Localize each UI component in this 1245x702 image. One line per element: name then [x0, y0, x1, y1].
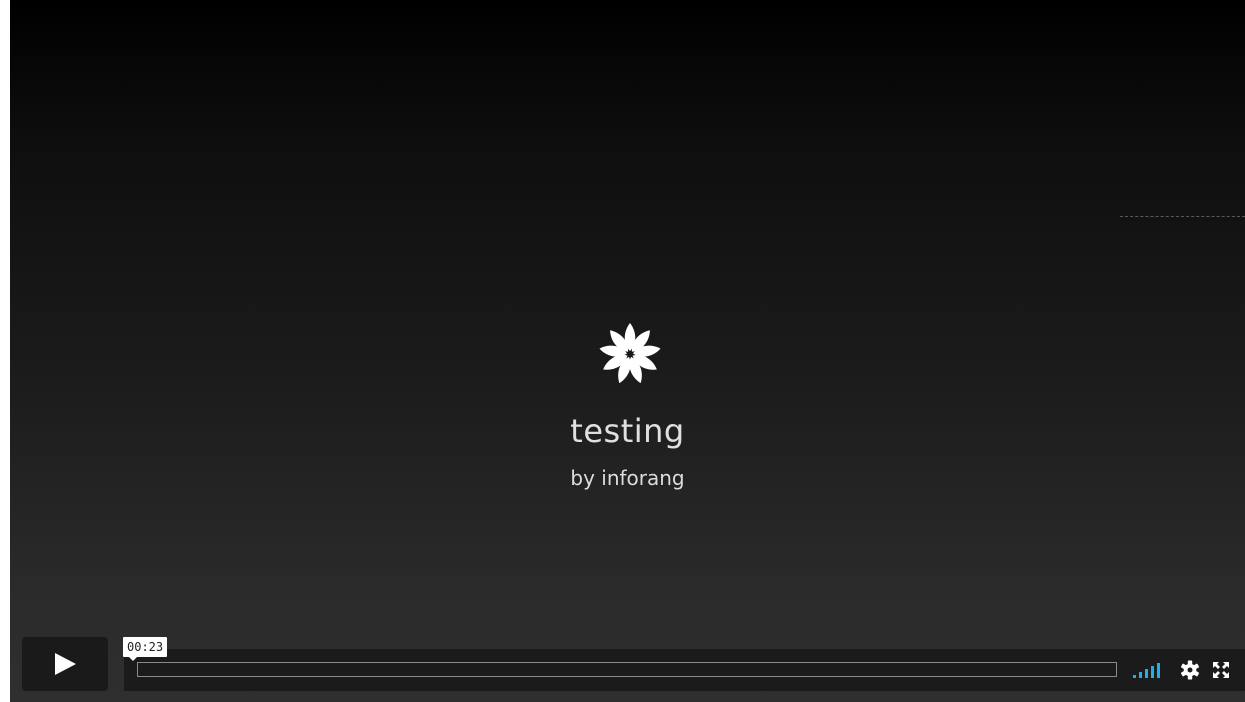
video-title[interactable]: testing: [10, 412, 1245, 450]
flower-logo-icon: [599, 323, 661, 384]
dashed-divider: [1120, 216, 1245, 217]
volume-button[interactable]: [1130, 659, 1168, 681]
gear-icon: [1180, 660, 1200, 680]
fullscreen-button[interactable]: [1209, 659, 1233, 681]
video-player[interactable]: testing by inforang 00:23: [10, 0, 1245, 702]
play-icon: [55, 653, 76, 675]
progress-bar[interactable]: [137, 662, 1117, 677]
time-tooltip: 00:23: [123, 637, 168, 661]
settings-button[interactable]: [1178, 659, 1202, 681]
fullscreen-icon: [1213, 662, 1229, 678]
control-bar: [124, 649, 1245, 691]
video-byline[interactable]: by inforang: [10, 466, 1245, 490]
play-button[interactable]: [22, 637, 108, 691]
volume-bars-icon: [1133, 663, 1160, 678]
